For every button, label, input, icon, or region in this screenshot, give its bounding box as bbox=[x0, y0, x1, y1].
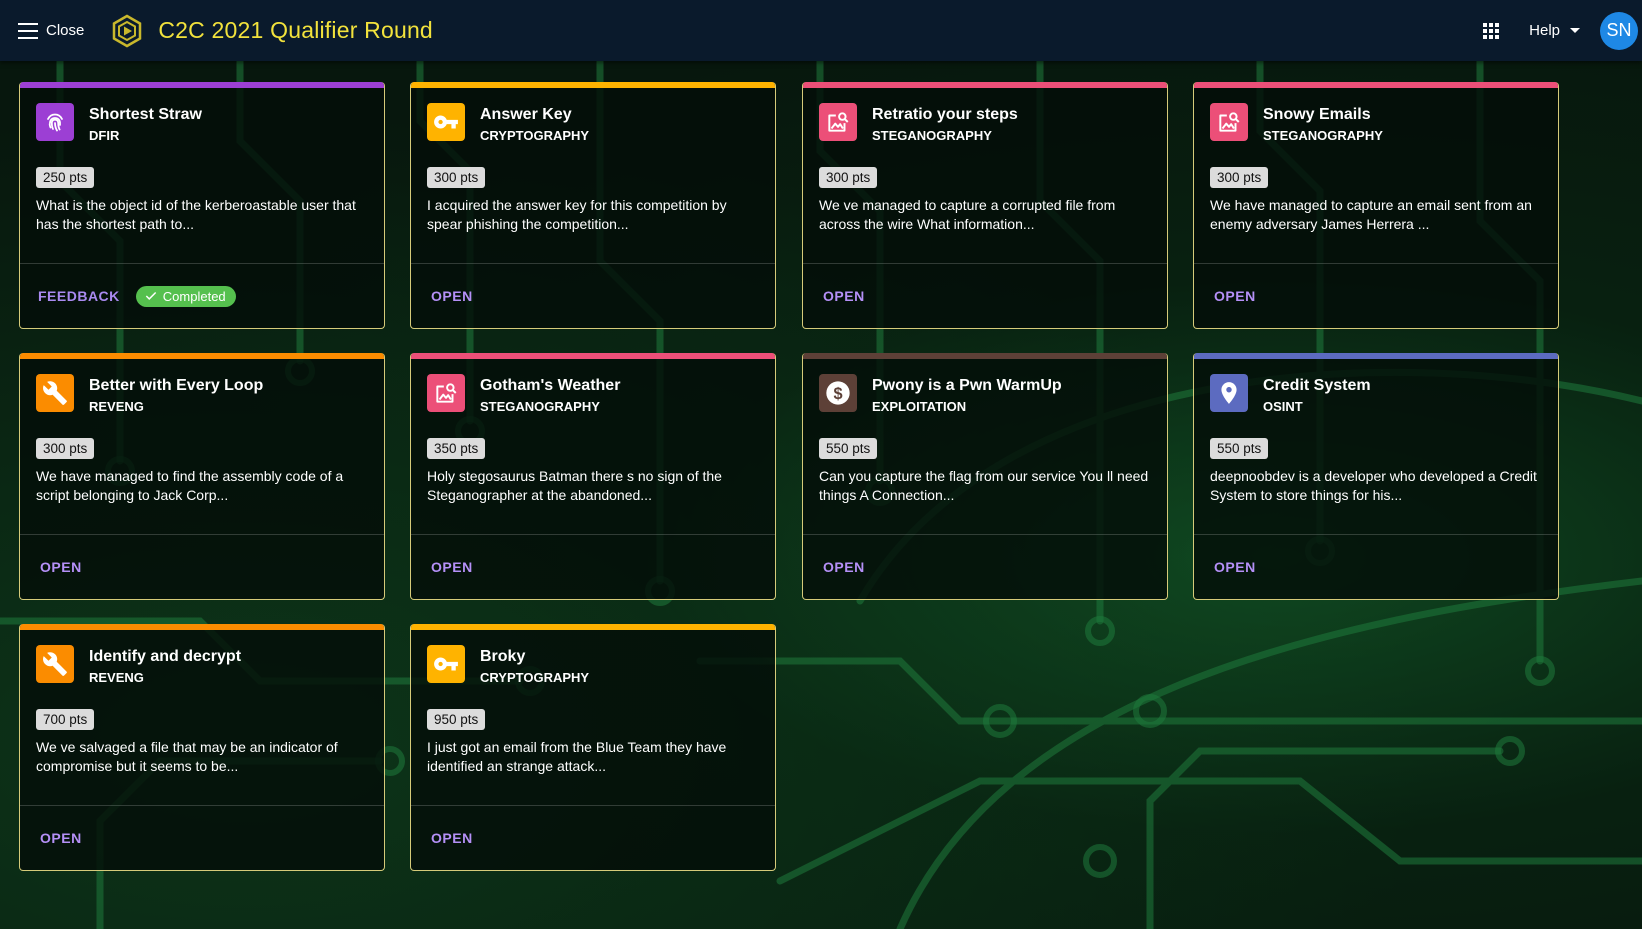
c2c-logo-icon bbox=[113, 14, 142, 47]
challenge-category: STEGANOGRAPHY bbox=[872, 128, 992, 143]
page-title: C2C 2021 Qualifier Round bbox=[158, 17, 433, 43]
status-label: Completed bbox=[162, 288, 226, 304]
challenge-category: REVENG bbox=[89, 670, 144, 685]
open-button[interactable]: OPEN bbox=[813, 553, 875, 581]
challenge-title: Answer Key bbox=[480, 106, 572, 123]
points-badge: 300 pts bbox=[819, 167, 878, 188]
challenge-card[interactable]: $ Pwony is a Pwn WarmUp EXPLOITATION 550 pt… bbox=[802, 353, 1168, 600]
card-actions: OPEN bbox=[1194, 535, 1558, 599]
challenge-title: Credit System bbox=[1263, 377, 1371, 394]
challenge-category: REVENG bbox=[89, 399, 144, 414]
challenge-card[interactable]: Shortest Straw DFIR 250 pts What is the obj… bbox=[19, 82, 385, 329]
challenge-description: We ve salvaged a file that may be an ind… bbox=[36, 739, 338, 774]
challenge-category: STEGANOGRAPHY bbox=[1263, 128, 1383, 143]
image-search-icon bbox=[427, 374, 465, 412]
open-button[interactable]: OPEN bbox=[30, 824, 92, 852]
open-button[interactable]: OPEN bbox=[421, 553, 483, 581]
challenge-title: Retratio your steps bbox=[872, 106, 1018, 123]
points-badge: 300 pts bbox=[36, 438, 95, 459]
top-app-bar: Close C2C 2021 Qualifier Round Help SN bbox=[0, 0, 1642, 61]
open-button[interactable]: OPEN bbox=[421, 282, 483, 310]
challenge-title: Better with Every Loop bbox=[89, 377, 264, 394]
status-badge: Completed bbox=[135, 285, 236, 307]
key-icon bbox=[427, 103, 465, 141]
dollar-icon: $ bbox=[819, 374, 857, 412]
challenge-card[interactable]: Answer Key CRYPTOGRAPHY 300 pts I acquired … bbox=[410, 82, 776, 329]
apps-grid-icon[interactable] bbox=[1483, 22, 1500, 39]
challenge-description: deepnoobdev is a developer who developed… bbox=[1210, 468, 1537, 503]
points-badge: 550 pts bbox=[1210, 438, 1269, 459]
card-actions: OPEN bbox=[20, 535, 384, 599]
challenge-title: Broky bbox=[480, 648, 526, 665]
help-menu-button[interactable]: Help bbox=[1529, 22, 1580, 39]
card-actions: OPEN bbox=[803, 535, 1167, 599]
card-actions: OPEN bbox=[411, 264, 775, 328]
challenge-card[interactable]: Gotham's Weather STEGANOGRAPHY 350 pts Holy… bbox=[410, 353, 776, 600]
card-actions: OPEN bbox=[411, 535, 775, 599]
points-badge: 950 pts bbox=[427, 709, 486, 730]
image-search-icon bbox=[1210, 103, 1248, 141]
challenge-card[interactable]: Broky CRYPTOGRAPHY 950 pts I just got an em… bbox=[410, 624, 776, 871]
location-pin-icon bbox=[1210, 374, 1248, 412]
challenge-card[interactable]: Snowy Emails STEGANOGRAPHY 300 pts We have … bbox=[1193, 82, 1559, 329]
challenge-description: Can you capture the flag from our servic… bbox=[819, 468, 1149, 503]
challenge-card[interactable]: Retratio your steps STEGANOGRAPHY 300 pts W… bbox=[802, 82, 1168, 329]
svg-text:$: $ bbox=[833, 385, 842, 403]
challenge-description: We ve managed to capture a corrupted fil… bbox=[819, 197, 1116, 232]
card-actions: OPEN bbox=[20, 806, 384, 870]
open-button[interactable]: OPEN bbox=[1204, 553, 1266, 581]
hamburger-icon bbox=[18, 22, 38, 39]
open-button[interactable]: OPEN bbox=[421, 824, 483, 852]
challenge-card[interactable]: Identify and decrypt REVENG 700 pts We ve s… bbox=[19, 624, 385, 871]
challenge-card[interactable]: Better with Every Loop REVENG 300 pts We ha… bbox=[19, 353, 385, 600]
card-actions: OPEN bbox=[1194, 264, 1558, 328]
challenge-title: Pwony is a Pwn WarmUp bbox=[872, 377, 1062, 394]
challenge-title: Snowy Emails bbox=[1263, 106, 1371, 123]
points-badge: 250 pts bbox=[36, 167, 95, 188]
points-badge: 350 pts bbox=[427, 438, 486, 459]
challenge-description: I acquired the answer key for this compe… bbox=[427, 197, 727, 232]
card-actions: OPEN bbox=[411, 806, 775, 870]
wrench-icon bbox=[36, 645, 74, 683]
chevron-down-icon bbox=[1570, 28, 1580, 33]
card-actions: OPEN bbox=[803, 264, 1167, 328]
points-badge: 300 pts bbox=[427, 167, 486, 188]
challenge-category: DFIR bbox=[89, 128, 120, 143]
challenge-category: OSINT bbox=[1263, 399, 1303, 414]
points-badge: 700 pts bbox=[36, 709, 95, 730]
challenge-description: What is the object id of the kerberoasta… bbox=[36, 197, 356, 232]
wrench-icon bbox=[36, 374, 74, 412]
open-button[interactable]: OPEN bbox=[1204, 282, 1266, 310]
image-search-icon bbox=[819, 103, 857, 141]
avatar[interactable]: SN bbox=[1600, 11, 1638, 50]
challenge-category: CRYPTOGRAPHY bbox=[480, 670, 590, 685]
challenge-category: STEGANOGRAPHY bbox=[480, 399, 600, 414]
points-badge: 300 pts bbox=[1210, 167, 1269, 188]
open-button[interactable]: OPEN bbox=[813, 282, 875, 310]
challenge-card[interactable]: Credit System OSINT 550 pts deepnoobdev is … bbox=[1193, 353, 1559, 600]
help-label: Help bbox=[1529, 22, 1560, 39]
checkmark-icon bbox=[145, 291, 156, 300]
close-label: Close bbox=[46, 22, 85, 39]
close-menu-button[interactable]: Close bbox=[18, 22, 84, 39]
challenge-description: We have managed to capture an email sent… bbox=[1210, 197, 1532, 232]
card-actions: FEEDBACK Completed bbox=[20, 264, 384, 328]
challenge-description: Holy stegosaurus Batman there s no sign … bbox=[427, 468, 722, 503]
points-badge: 550 pts bbox=[819, 438, 878, 459]
fingerprint-icon bbox=[36, 103, 74, 141]
challenge-category: EXPLOITATION bbox=[872, 399, 967, 414]
feedback-button[interactable]: FEEDBACK bbox=[28, 282, 130, 310]
challenge-title: Shortest Straw bbox=[89, 106, 202, 123]
key-icon bbox=[427, 645, 465, 683]
challenge-description: We have managed to find the assembly cod… bbox=[36, 468, 344, 503]
challenge-description: I just got an email from the Blue Team t… bbox=[427, 739, 727, 774]
challenge-title: Identify and decrypt bbox=[89, 648, 242, 665]
challenge-title: Gotham's Weather bbox=[480, 377, 621, 394]
challenge-category: CRYPTOGRAPHY bbox=[480, 128, 590, 143]
open-button[interactable]: OPEN bbox=[30, 553, 92, 581]
